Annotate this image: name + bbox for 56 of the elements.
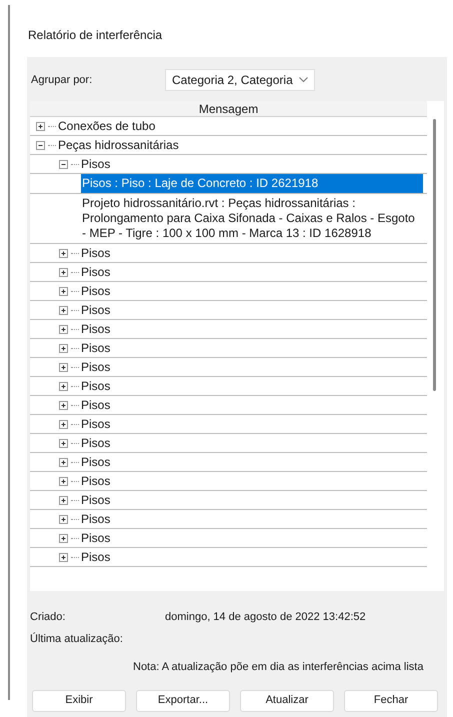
window-title: Relatório de interferência [28,28,162,42]
tree-node[interactable]: Pisos [81,377,110,395]
expand-icon[interactable] [59,458,68,467]
dialog-button[interactable]: Fechar [344,690,438,712]
tree-node[interactable]: Pisos [81,472,110,490]
created-label: Criado: [30,610,66,625]
tree-node[interactable]: Pisos [81,453,110,471]
column-header[interactable]: Mensagem [30,101,428,117]
expand-icon[interactable] [36,122,45,131]
dialog-button[interactable]: Exportar... [136,690,230,712]
expand-icon[interactable] [59,325,68,334]
expand-icon[interactable] [59,268,68,277]
tree-node[interactable]: Pisos [81,396,110,414]
tree-node[interactable]: Pisos [81,339,110,357]
last-update-label: Última atualização: [30,632,123,644]
expand-icon[interactable] [59,382,68,391]
tree-leaf[interactable]: Projeto hidrossanitário.rvt : Peças hidrossanitárias : Prolongamento para Caixa Sifonada - Caixas e Ralos - Esgoto - MEP - Tigre : 100 x 100 mm - Marca 13 : ID 1628918 [81,194,424,243]
expand-icon[interactable] [59,496,68,505]
caret-icon [298,77,308,83]
tree-node[interactable]: Pisos [81,282,110,300]
tree-leaf[interactable]: Pisos : Piso : Laje de Concreto : ID 2621918 [81,174,424,193]
tree-node[interactable]: Pisos [81,529,110,547]
expand-icon[interactable] [59,515,68,524]
expand-icon[interactable] [59,401,68,410]
expand-icon[interactable] [59,534,68,543]
tree-node[interactable]: Pisos [81,434,110,452]
tree-node[interactable]: Pisos [81,155,110,173]
expand-icon[interactable] [59,363,68,372]
tree-node[interactable]: Pisos [81,548,110,566]
tree-node[interactable]: Conexões de tubo [58,117,156,135]
expand-icon[interactable] [59,344,68,353]
tree-node[interactable]: Pisos [81,301,110,319]
tree-node[interactable]: Pisos [81,510,110,528]
expand-icon[interactable] [59,287,68,296]
tree-node[interactable]: Pisos [81,415,110,433]
tree-node[interactable]: Pisos [81,263,110,281]
group-by-dropdown[interactable]: Categoria 2, Categoria [165,69,315,91]
expand-icon[interactable] [59,553,68,562]
expand-icon[interactable] [59,477,68,486]
note-text: Nota: A atualização põe em dia as interferências acima lista [133,661,424,673]
scrollbar[interactable] [427,101,444,591]
collapse-icon[interactable] [59,160,68,169]
expand-icon[interactable] [59,420,68,429]
created-value: domingo, 14 de agosto de 2022 13:42:52 [165,610,366,625]
expand-icon[interactable] [59,439,68,448]
group-by-label: Agrupar por: [30,72,94,88]
dialog-button[interactable]: Exibir [32,690,126,712]
dialog-button[interactable]: Atualizar [240,690,334,712]
collapse-icon[interactable] [36,141,45,150]
tree-node[interactable]: Peças hidrossanitárias [58,136,179,154]
tree-node[interactable]: Pisos [81,320,110,338]
tree-node[interactable]: Pisos [81,244,110,262]
expand-icon[interactable] [59,306,68,315]
tree-node[interactable]: Pisos [81,491,110,509]
tree-node[interactable]: Pisos [81,358,110,376]
expand-icon[interactable] [59,249,68,258]
